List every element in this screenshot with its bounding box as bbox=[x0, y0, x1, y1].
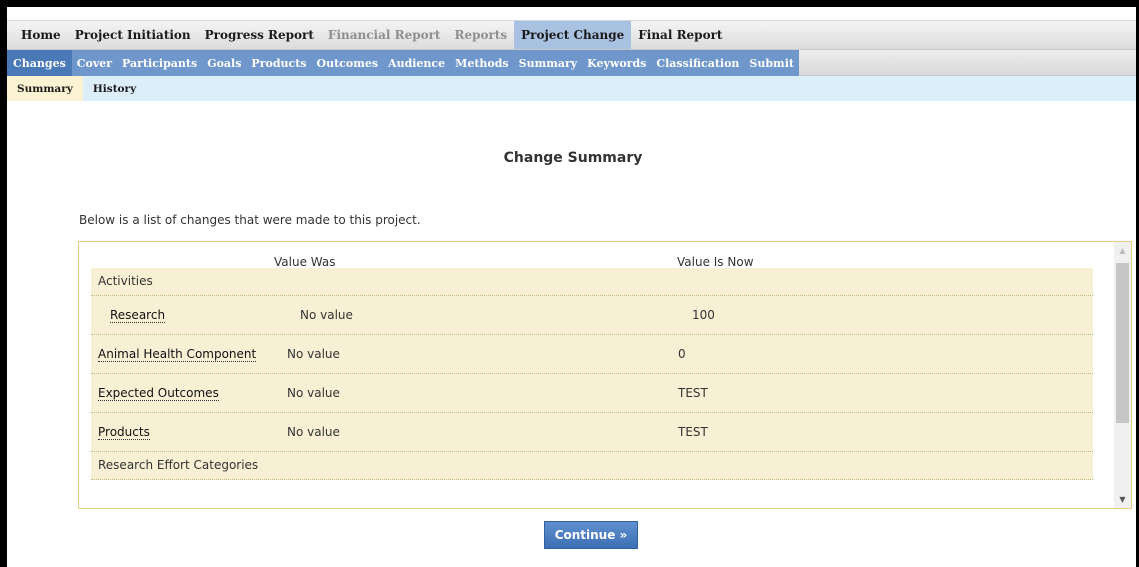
value-now: 100 bbox=[692, 308, 715, 322]
page-title: Change Summary bbox=[503, 150, 643, 166]
nav-tab-financial-report: Financial Report bbox=[327, 28, 441, 42]
subnav-tab-classification[interactable]: Classification bbox=[651, 50, 744, 76]
secondary-nav: Changes Cover Participants Goals Products Out… bbox=[7, 50, 1139, 76]
row-group-label: Research Effort Categories bbox=[98, 458, 259, 472]
view-tab-history[interactable]: History bbox=[83, 76, 146, 101]
col-header-was: Value Was bbox=[274, 255, 336, 269]
primary-nav: Home Project Initiation Progress Report Fin… bbox=[7, 20, 1139, 50]
nav-tab-final-report[interactable]: Final Report bbox=[631, 21, 729, 49]
subnav-tab-keywords[interactable]: Keywords bbox=[582, 50, 651, 76]
col-header-now: Value Is Now bbox=[677, 255, 754, 269]
row-field-link[interactable]: Animal Health Component bbox=[98, 347, 257, 362]
continue-button[interactable]: Continue » bbox=[544, 521, 638, 549]
subnav-tab-participants[interactable]: Participants bbox=[117, 50, 202, 76]
subnav-tab-submit[interactable]: Submit bbox=[744, 50, 799, 76]
subnav-tab-changes[interactable]: Changes bbox=[7, 50, 72, 76]
nav-tab-progress-report[interactable]: Progress Report bbox=[198, 21, 321, 49]
subnav-tab-cover[interactable]: Cover bbox=[72, 50, 117, 76]
nav-tab-home[interactable]: Home bbox=[14, 21, 68, 49]
subnav-tab-methods[interactable]: Methods bbox=[450, 50, 513, 76]
view-tab-summary[interactable]: Summary bbox=[7, 76, 83, 101]
table-row: Animal Health Component No value 0 bbox=[91, 335, 1093, 374]
table-row: Research Effort Categories bbox=[91, 452, 1093, 480]
table-header: Value Was Value Is Now bbox=[91, 242, 1093, 269]
table-row: Expected Outcomes No value TEST bbox=[91, 374, 1093, 413]
subnav-tab-products[interactable]: Products bbox=[246, 50, 311, 76]
nav-tab-reports: Reports bbox=[454, 28, 508, 42]
intro-text: Below is a list of changes that were mad… bbox=[79, 213, 421, 227]
changes-panel[interactable]: Value Was Value Is Now Activities Researc… bbox=[78, 241, 1132, 509]
nav-tab-project-change[interactable]: Project Change bbox=[514, 21, 632, 49]
top-strip bbox=[7, 7, 1139, 20]
nav-tab-project-initiation[interactable]: Project Initiation bbox=[68, 21, 198, 49]
page-frame: Home Project Initiation Progress Report Fin… bbox=[7, 7, 1139, 567]
row-field-link[interactable]: Products bbox=[98, 425, 150, 440]
table-row: Activities bbox=[91, 268, 1093, 296]
row-field-link[interactable]: Research bbox=[110, 308, 166, 323]
value-was: No value bbox=[300, 308, 353, 322]
value-was: No value bbox=[287, 347, 340, 361]
subnav-tab-audience[interactable]: Audience bbox=[383, 50, 450, 76]
scroll-up-icon[interactable]: ▲ bbox=[1114, 242, 1131, 259]
row-group-label: Activities bbox=[98, 274, 153, 288]
secondary-nav-tabs: Changes Cover Participants Goals Products Out… bbox=[7, 50, 799, 76]
table-body: Activities Research No value 100 Animal Heal… bbox=[91, 268, 1093, 480]
value-was: No value bbox=[287, 425, 340, 439]
row-field-link[interactable]: Expected Outcomes bbox=[98, 386, 219, 401]
subnav-tab-outcomes[interactable]: Outcomes bbox=[312, 50, 384, 76]
value-now: TEST bbox=[678, 425, 708, 439]
changes-table: Value Was Value Is Now Activities Researc… bbox=[91, 242, 1093, 480]
scroll-down-icon[interactable]: ▼ bbox=[1114, 491, 1131, 508]
secondary-nav-filler bbox=[798, 50, 1139, 76]
value-now: 0 bbox=[678, 347, 686, 361]
table-row: Research No value 100 bbox=[91, 296, 1093, 335]
tertiary-nav: Summary History bbox=[7, 76, 1139, 101]
vertical-scrollbar[interactable]: ▲ ▼ bbox=[1114, 242, 1131, 508]
subnav-tab-summary[interactable]: Summary bbox=[514, 50, 583, 76]
table-row: Products No value TEST bbox=[91, 413, 1093, 452]
subnav-tab-goals[interactable]: Goals bbox=[202, 50, 246, 76]
value-was: No value bbox=[287, 386, 340, 400]
scroll-thumb[interactable] bbox=[1116, 263, 1129, 423]
value-now: TEST bbox=[678, 386, 708, 400]
